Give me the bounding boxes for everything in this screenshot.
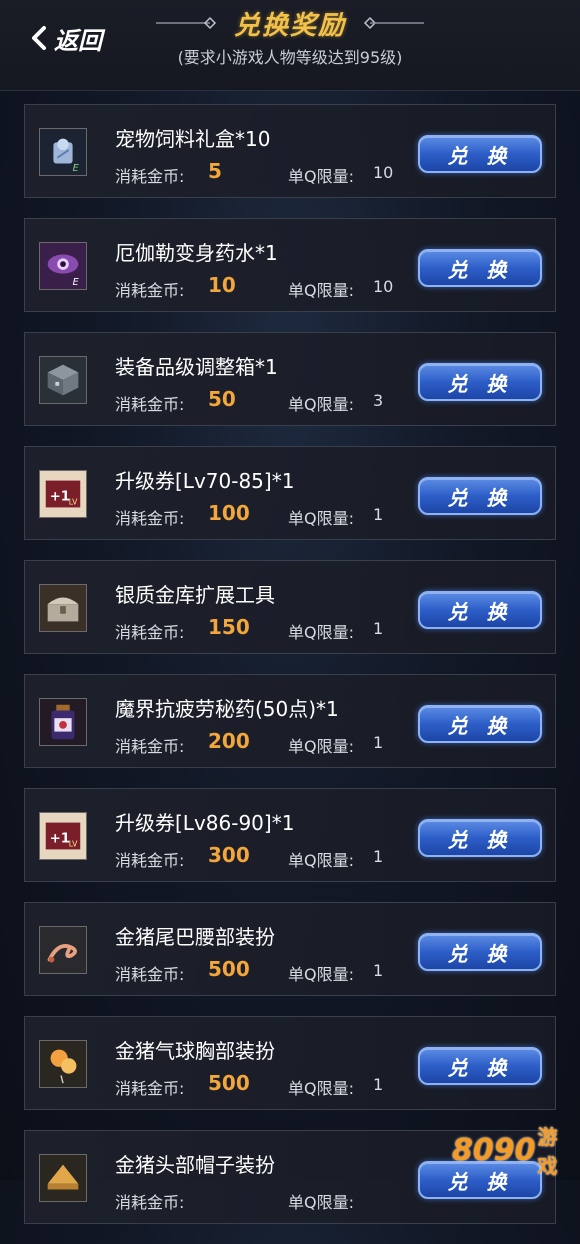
cost-label: 消耗金币: xyxy=(115,737,185,756)
cost-label: 消耗金币: xyxy=(115,623,185,642)
cost-label: 消耗金币: xyxy=(115,281,185,300)
exchange-button[interactable]: 兑 换 xyxy=(418,933,542,971)
watermark-text: 游戏 xyxy=(537,1125,558,1178)
page-title: 兑换奖励 xyxy=(233,10,346,41)
limit-label: 单Q限量: xyxy=(288,509,354,528)
limit-value: 10 xyxy=(373,163,394,182)
svg-text:+1: +1 xyxy=(50,490,71,505)
cost-value: 5 xyxy=(208,159,222,183)
pig-tail-icon xyxy=(39,926,87,974)
svg-text:+1: +1 xyxy=(50,832,71,847)
limit-value: 1 xyxy=(373,733,384,752)
reward-item-card: 银质金库扩展工具消耗金币: 150 单Q限量: 1 兑 换 xyxy=(24,560,556,654)
equipment-grade-box-icon xyxy=(39,356,87,404)
limit-label: 单Q限量: xyxy=(288,965,354,984)
exchange-button[interactable]: 兑 换 xyxy=(418,1047,542,1085)
cost-label: 消耗金币: xyxy=(115,509,185,528)
cost-value: 50 xyxy=(208,387,236,411)
item-name: 魔界抗疲劳秘药(50点)*1 xyxy=(115,697,339,721)
limit-label: 单Q限量: xyxy=(288,737,354,756)
cost-label: 消耗金币: xyxy=(115,395,185,414)
limit-value: 1 xyxy=(373,505,384,524)
reward-item-card: 魔界抗疲劳秘药(50点)*1 消耗金币: 200 单Q限量: 1 兑 换 xyxy=(24,674,556,768)
limit-label: 单Q限量: xyxy=(288,1079,354,1098)
cost-label: 消耗金币: xyxy=(115,965,185,984)
svg-text:LV: LV xyxy=(69,840,78,849)
cost-value: 100 xyxy=(208,501,250,525)
item-name: 金猪气球胸部装扮 xyxy=(115,1039,275,1063)
cost-label: 消耗金币: xyxy=(115,1193,185,1212)
limit-label: 单Q限量: xyxy=(288,167,354,186)
treasure-chest-icon xyxy=(39,584,87,632)
reward-item-card: +1 LV 升级券[Lv86-90]*1 消耗金币: 300 单Q限量: 1 兑 换 xyxy=(24,788,556,882)
cost-value: 500 xyxy=(208,957,250,981)
svg-text:LV: LV xyxy=(69,498,78,507)
exchange-button[interactable]: 兑 换 xyxy=(418,591,542,629)
limit-label: 单Q限量: xyxy=(288,1193,354,1212)
cost-value: 10 xyxy=(208,273,236,297)
requirement-subtitle: (要求小游戏人物等级达到95级) xyxy=(177,48,403,67)
pig-hat-icon xyxy=(39,1154,87,1202)
watermark-number: 8090 xyxy=(452,1132,536,1168)
exchange-button[interactable]: 兑 换 xyxy=(418,363,542,401)
reward-item-card: +1 LV 升级券[Lv70-85]*1 消耗金币: 100 单Q限量: 1 兑 换 xyxy=(24,446,556,540)
exchange-button[interactable]: 兑 换 xyxy=(418,819,542,857)
limit-value: 1 xyxy=(373,847,384,866)
limit-value: 3 xyxy=(373,391,384,410)
limit-label: 单Q限量: xyxy=(288,851,354,870)
cost-value: 150 xyxy=(208,615,250,639)
pet-food-box-icon: E xyxy=(39,128,87,176)
item-name: 厄伽勒变身药水*1 xyxy=(115,241,278,265)
limit-label: 单Q限量: xyxy=(288,395,354,414)
item-name: 银质金库扩展工具 xyxy=(115,583,275,607)
exchange-button[interactable]: 兑 换 xyxy=(418,477,542,515)
cost-value: 300 xyxy=(208,843,250,867)
title-decoration-right-icon xyxy=(363,16,424,30)
level-up-ticket-icon: +1 LV xyxy=(39,470,87,518)
limit-value: 10 xyxy=(373,277,394,296)
limit-value: 1 xyxy=(373,619,384,638)
site-watermark: 8090 游戏 xyxy=(452,1125,576,1178)
reward-item-card: 金猪气球胸部装扮消耗金币: 500 单Q限量: 1 兑 换 xyxy=(24,1016,556,1110)
reward-item-card: 金猪尾巴腰部装扮消耗金币: 500 单Q限量: 1 兑 换 xyxy=(24,902,556,996)
title-decoration-left-icon xyxy=(155,16,217,30)
cost-value: 500 xyxy=(208,1071,250,1095)
item-name: 金猪尾巴腰部装扮 xyxy=(115,925,275,949)
limit-label: 单Q限量: xyxy=(288,623,354,642)
level-up-ticket-icon: +1 LV xyxy=(39,812,87,860)
reward-item-card: E 厄伽勒变身药水*1 消耗金币: 10 单Q限量: 10 兑 换 xyxy=(24,218,556,312)
pig-balloon-icon xyxy=(39,1040,87,1088)
item-name: 金猪头部帽子装扮 xyxy=(115,1153,275,1177)
exchange-button[interactable]: 兑 换 xyxy=(418,249,542,287)
svg-text:E: E xyxy=(73,277,80,288)
reward-list: E 宠物饲料礼盒*10 消耗金币: 5 单Q限量: 10 兑 换 E 厄伽勒变身药水*1 消耗金币… xyxy=(24,104,556,1244)
exchange-button[interactable]: 兑 换 xyxy=(418,705,542,743)
fatigue-potion-icon xyxy=(39,698,87,746)
svg-text:E: E xyxy=(73,163,80,174)
limit-value: 1 xyxy=(373,961,384,980)
cost-value: 200 xyxy=(208,729,250,753)
header-bar: 返回 兑换奖励 (要求小游戏人物等级达到95级) xyxy=(0,0,580,91)
item-name: 升级券[Lv86-90]*1 xyxy=(115,811,295,835)
exchange-button[interactable]: 兑 换 xyxy=(418,135,542,173)
item-name: 装备品级调整箱*1 xyxy=(115,355,278,379)
reward-item-card: E 宠物饲料礼盒*10 消耗金币: 5 单Q限量: 10 兑 换 xyxy=(24,104,556,198)
reward-item-card: 装备品级调整箱*1 消耗金币: 50 单Q限量: 3 兑 换 xyxy=(24,332,556,426)
cost-label: 消耗金币: xyxy=(115,851,185,870)
potion-eye-icon: E xyxy=(39,242,87,290)
cost-label: 消耗金币: xyxy=(115,1079,185,1098)
item-name: 宠物饲料礼盒*10 xyxy=(115,127,271,151)
limit-label: 单Q限量: xyxy=(288,281,354,300)
cost-label: 消耗金币: xyxy=(115,167,185,186)
limit-value: 1 xyxy=(373,1075,384,1094)
item-name: 升级券[Lv70-85]*1 xyxy=(115,469,295,493)
title-row: 兑换奖励 xyxy=(0,6,580,41)
